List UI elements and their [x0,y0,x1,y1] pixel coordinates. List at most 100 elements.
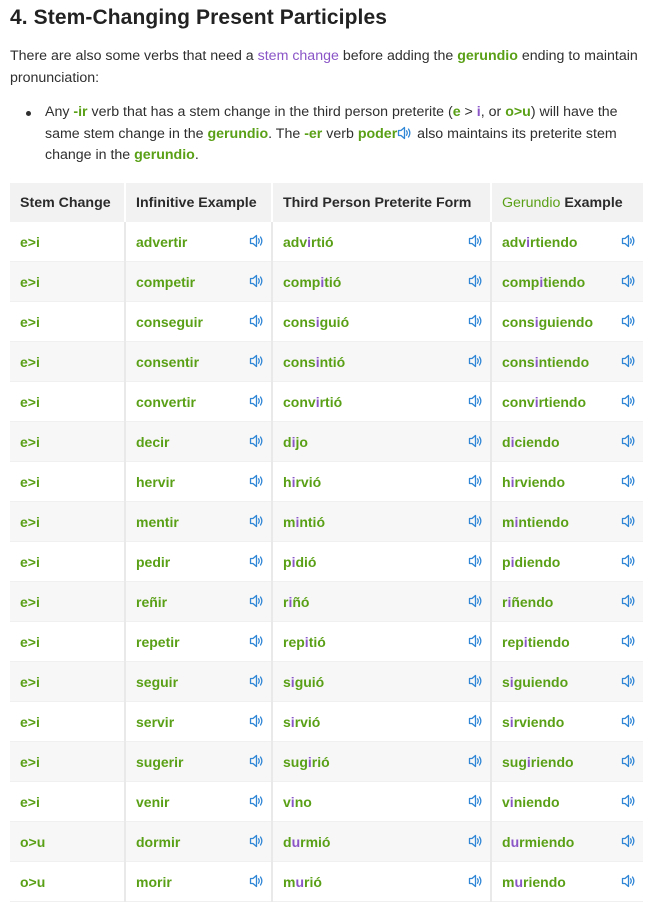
speaker-icon[interactable] [468,754,484,768]
infinitive-value: conseguir [136,313,203,330]
infinitive-cell: decir [125,421,273,462]
table-row: e>i competir compitió compitiendo [10,261,643,302]
speaker-icon[interactable] [468,274,484,288]
table-row: e>i sugerir sugirió sugiriendo [10,741,643,782]
gerundio-value: sugiriendo [502,754,574,770]
speaker-icon[interactable] [249,554,265,568]
speaker-icon[interactable] [249,474,265,488]
speaker-icon[interactable] [468,354,484,368]
speaker-icon[interactable] [249,594,265,608]
stem-change-value: o>u [20,873,46,890]
preterite-value-part: cons [283,313,316,330]
speaker-icon[interactable] [468,514,484,528]
speaker-icon[interactable] [468,874,484,888]
gerundio-value-part: ciendo [514,433,560,450]
speaker-icon[interactable] [621,314,637,328]
gerundio-value-part: riendo [530,753,574,770]
preterite-value-part: sug [283,753,308,770]
speaker-icon[interactable] [249,274,265,288]
preterite-cell: pidió [272,541,492,582]
preterite-value-part: rtió [311,233,334,250]
speaker-icon[interactable] [468,794,484,808]
gerundio-value: diciendo [502,434,560,450]
speaker-icon[interactable] [249,794,265,808]
speaker-icon[interactable] [621,634,637,648]
gerundio-cell: viniendo [491,781,643,822]
gerundio-cell: consintiendo [491,341,643,382]
speaker-icon[interactable] [621,874,637,888]
speaker-icon[interactable] [468,434,484,448]
speaker-icon[interactable] [249,714,265,728]
speaker-icon[interactable] [249,514,265,528]
gerundio-value-part: guiendo [538,313,594,330]
speaker-icon[interactable] [468,834,484,848]
speaker-icon[interactable] [249,634,265,648]
speaker-icon[interactable] [397,126,413,140]
preterite-value-part: s [283,713,291,730]
intro-paragraph: There are also some verbs that need a st… [10,46,640,89]
speaker-icon[interactable] [621,714,637,728]
infinitive-cell: servir [125,701,273,742]
table-row: e>i reñir riñó riñendo [10,581,643,622]
speaker-icon[interactable] [249,394,265,408]
preterite-value: sugirió [283,754,330,770]
stem-change-value: e>i [20,593,40,610]
speaker-icon[interactable] [249,674,265,688]
speaker-icon[interactable] [249,754,265,768]
infinitive-value: sugerir [136,753,184,770]
speaker-icon[interactable] [468,714,484,728]
gerundio-cell: muriendo [491,861,643,902]
table-row: e>i repetir repitió repitiendo [10,621,643,662]
speaker-icon[interactable] [621,274,637,288]
speaker-icon[interactable] [621,354,637,368]
speaker-icon[interactable] [249,834,265,848]
speaker-icon[interactable] [249,234,265,248]
preterite-value-part: rep [283,633,305,650]
infinitive-value: convertir [136,393,196,410]
infinitive-cell: sugerir [125,741,273,782]
speaker-icon[interactable] [621,594,637,608]
speaker-icon[interactable] [621,434,637,448]
speaker-icon[interactable] [621,554,637,568]
speaker-icon[interactable] [468,674,484,688]
gerundio-value: mintiendo [502,514,569,530]
infinitive-value: venir [136,793,170,810]
preterite-cell: riñó [272,581,492,622]
stem-change-cell: e>i [10,781,126,822]
speaker-icon[interactable] [249,354,265,368]
speaker-icon[interactable] [468,314,484,328]
speaker-icon[interactable] [468,234,484,248]
speaker-icon[interactable] [621,394,637,408]
gerundio-value-part: s [502,713,510,730]
speaker-icon[interactable] [468,594,484,608]
speaker-icon[interactable] [621,754,637,768]
gerundio-value-changed-vowel: u [510,833,520,850]
preterite-value-part: p [283,553,292,570]
stem-change-value: e>i [20,633,40,650]
speaker-icon[interactable] [468,634,484,648]
speaker-icon[interactable] [621,834,637,848]
speaker-icon[interactable] [621,794,637,808]
speaker-icon[interactable] [621,234,637,248]
gerundio-term: gerundio [134,147,195,163]
speaker-icon[interactable] [249,434,265,448]
speaker-icon[interactable] [468,394,484,408]
infinitive-cell: advertir [125,222,273,262]
speaker-icon[interactable] [249,874,265,888]
header-gerundio-rest: Example [560,194,623,211]
preterite-cell: dijo [272,421,492,462]
intro-text: There are also some verbs that need a [10,48,258,64]
speaker-icon[interactable] [621,474,637,488]
speaker-icon[interactable] [621,674,637,688]
infinitive-cell: consentir [125,341,273,382]
infinitive-cell: hervir [125,461,273,502]
speaker-icon[interactable] [249,314,265,328]
gerundio-value-part: riendo [523,873,566,890]
speaker-icon[interactable] [468,474,484,488]
stem-change-link[interactable]: stem change [258,48,339,64]
preterite-value-part: v [283,793,291,810]
speaker-icon[interactable] [621,514,637,528]
gerundio-value-part: cons [502,313,535,330]
speaker-icon[interactable] [468,554,484,568]
stem-change-value: e>i [20,713,40,730]
